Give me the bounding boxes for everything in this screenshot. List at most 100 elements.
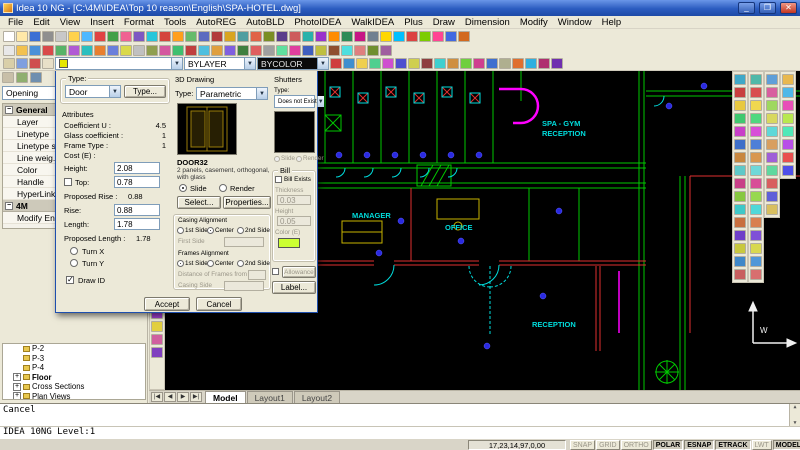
toolbar-icon[interactable]	[198, 31, 210, 42]
toolbar-icon[interactable]	[289, 31, 301, 42]
frames-2nd-radio[interactable]	[237, 260, 244, 267]
tree-item-p-3[interactable]: P-3	[3, 354, 145, 364]
toolbar-icon[interactable]	[42, 31, 54, 42]
top-field[interactable]: 0.78	[114, 176, 160, 188]
frames-center-radio[interactable]	[207, 260, 214, 267]
toolbar-icon[interactable]	[734, 217, 746, 228]
toggle-lwt[interactable]: LWT	[752, 440, 772, 450]
toolbar-icon[interactable]	[211, 45, 223, 56]
height-field[interactable]: 2.08	[114, 162, 160, 174]
toolbar-icon[interactable]	[750, 165, 762, 176]
casing-1st-radio[interactable]	[177, 227, 184, 234]
toolbar-icon[interactable]	[315, 45, 327, 56]
toolbar-icon[interactable]	[734, 139, 746, 150]
toolbar-icon[interactable]	[42, 58, 54, 69]
toolbar-icon[interactable]	[782, 126, 794, 137]
toolbar-icon[interactable]	[133, 45, 145, 56]
toolbar-icon[interactable]	[766, 191, 778, 202]
menu-tools[interactable]: Tools	[159, 17, 191, 28]
toolbar-icon[interactable]	[734, 230, 746, 241]
toolbar-icon[interactable]	[421, 58, 433, 69]
toolbar-icon[interactable]	[328, 31, 340, 42]
tree-item-p-2[interactable]: P-2	[3, 344, 145, 354]
toolbar-icon[interactable]	[380, 31, 392, 42]
toolbar-icon[interactable]	[276, 45, 288, 56]
drawing3d-type-combo[interactable]: Parametric ▼	[196, 87, 268, 100]
toolbar-icon[interactable]	[766, 126, 778, 137]
toolbar-icon[interactable]	[734, 191, 746, 202]
tree-item-floor[interactable]: +Floor	[3, 373, 145, 383]
toolbar-icon[interactable]	[782, 100, 794, 111]
toggle-ortho[interactable]: ORTHO	[621, 440, 652, 450]
toolbar-icon[interactable]	[766, 139, 778, 150]
toolbar-icon[interactable]	[29, 58, 41, 69]
toolbar-icon[interactable]	[766, 87, 778, 98]
toolbar-icon[interactable]	[55, 31, 67, 42]
menu-insert[interactable]: Insert	[85, 17, 119, 28]
toolbar-icon[interactable]	[782, 87, 794, 98]
toolbar-icon[interactable]	[146, 45, 158, 56]
cancel-button[interactable]: Cancel	[196, 297, 242, 311]
toggle-polar[interactable]: POLAR	[653, 440, 684, 450]
menu-draw[interactable]: Draw	[428, 17, 460, 28]
toolbar-icon[interactable]	[29, 45, 41, 56]
toolbar-icon[interactable]	[445, 31, 457, 42]
select-button[interactable]: Select...	[177, 196, 221, 209]
toolbar-icon[interactable]	[434, 58, 446, 69]
casing-center-radio[interactable]	[207, 227, 214, 234]
toolbar-icon[interactable]	[263, 31, 275, 42]
toolbar-icon[interactable]	[315, 31, 327, 42]
toolbar-icon[interactable]	[81, 45, 93, 56]
tree-item-p-4[interactable]: P-4	[3, 363, 145, 373]
toolbar-icon[interactable]	[750, 256, 762, 267]
draw-id-checkbox[interactable]	[66, 276, 74, 284]
toolbar-icon[interactable]	[2, 72, 14, 83]
toggle-model[interactable]: MODEL	[773, 440, 800, 450]
toolbar-icon[interactable]	[185, 45, 197, 56]
toolbar-icon[interactable]	[341, 45, 353, 56]
toolbar-icon[interactable]	[302, 45, 314, 56]
toolbar-icon[interactable]	[525, 58, 537, 69]
toolbar-icon[interactable]	[766, 100, 778, 111]
toolbar-icon[interactable]	[16, 31, 28, 42]
toolbar-icon[interactable]	[94, 45, 106, 56]
toolbar-icon[interactable]	[354, 31, 366, 42]
toolbar-icon[interactable]	[486, 58, 498, 69]
render-radio[interactable]	[219, 184, 227, 192]
tree-item-plan-views[interactable]: +Plan Views	[3, 392, 145, 401]
toolbar-icon[interactable]	[734, 269, 746, 280]
toggle-snap[interactable]: SNAP	[570, 440, 595, 450]
toolbar-icon[interactable]	[551, 58, 563, 69]
toolbar-icon[interactable]	[380, 45, 392, 56]
frames-1st-radio[interactable]	[177, 260, 184, 267]
menu-autoreg[interactable]: AutoREG	[191, 17, 241, 28]
toolbar-icon[interactable]	[750, 113, 762, 124]
turn-y-radio[interactable]	[70, 259, 78, 267]
toolbar-icon[interactable]	[782, 74, 794, 85]
toolbar-icon[interactable]	[734, 87, 746, 98]
tab-model[interactable]: Model	[205, 391, 246, 403]
toolbar-icon[interactable]	[263, 45, 275, 56]
toolbar-icon[interactable]	[734, 74, 746, 85]
tab-scroll-prev[interactable]: ◀	[164, 392, 176, 402]
command-history[interactable]: Cancel ▲▼	[0, 403, 800, 426]
tab-scroll-first[interactable]: |◀	[151, 392, 163, 402]
toolbar-icon[interactable]	[120, 45, 132, 56]
menu-view[interactable]: View	[55, 17, 85, 28]
toolbar-icon[interactable]	[146, 31, 158, 42]
toolbar-icon[interactable]	[782, 113, 794, 124]
tab-scroll-next[interactable]: ▶	[177, 392, 189, 402]
toolbar-icon[interactable]	[750, 126, 762, 137]
toolbar-icon[interactable]	[460, 58, 472, 69]
toolbar-icon[interactable]	[408, 58, 420, 69]
toolbar-icon[interactable]	[3, 31, 15, 42]
tree-item-cross-sections[interactable]: +Cross Sections	[3, 382, 145, 392]
toolbar-icon[interactable]	[369, 58, 381, 69]
slide-radio[interactable]	[179, 184, 187, 192]
toolbar-icon[interactable]	[354, 45, 366, 56]
toolbar-icon[interactable]	[750, 230, 762, 241]
casing-2nd-radio[interactable]	[237, 227, 244, 234]
toolbar-icon[interactable]	[766, 74, 778, 85]
toolbar-icon[interactable]	[107, 45, 119, 56]
toolbar-icon[interactable]	[224, 45, 236, 56]
